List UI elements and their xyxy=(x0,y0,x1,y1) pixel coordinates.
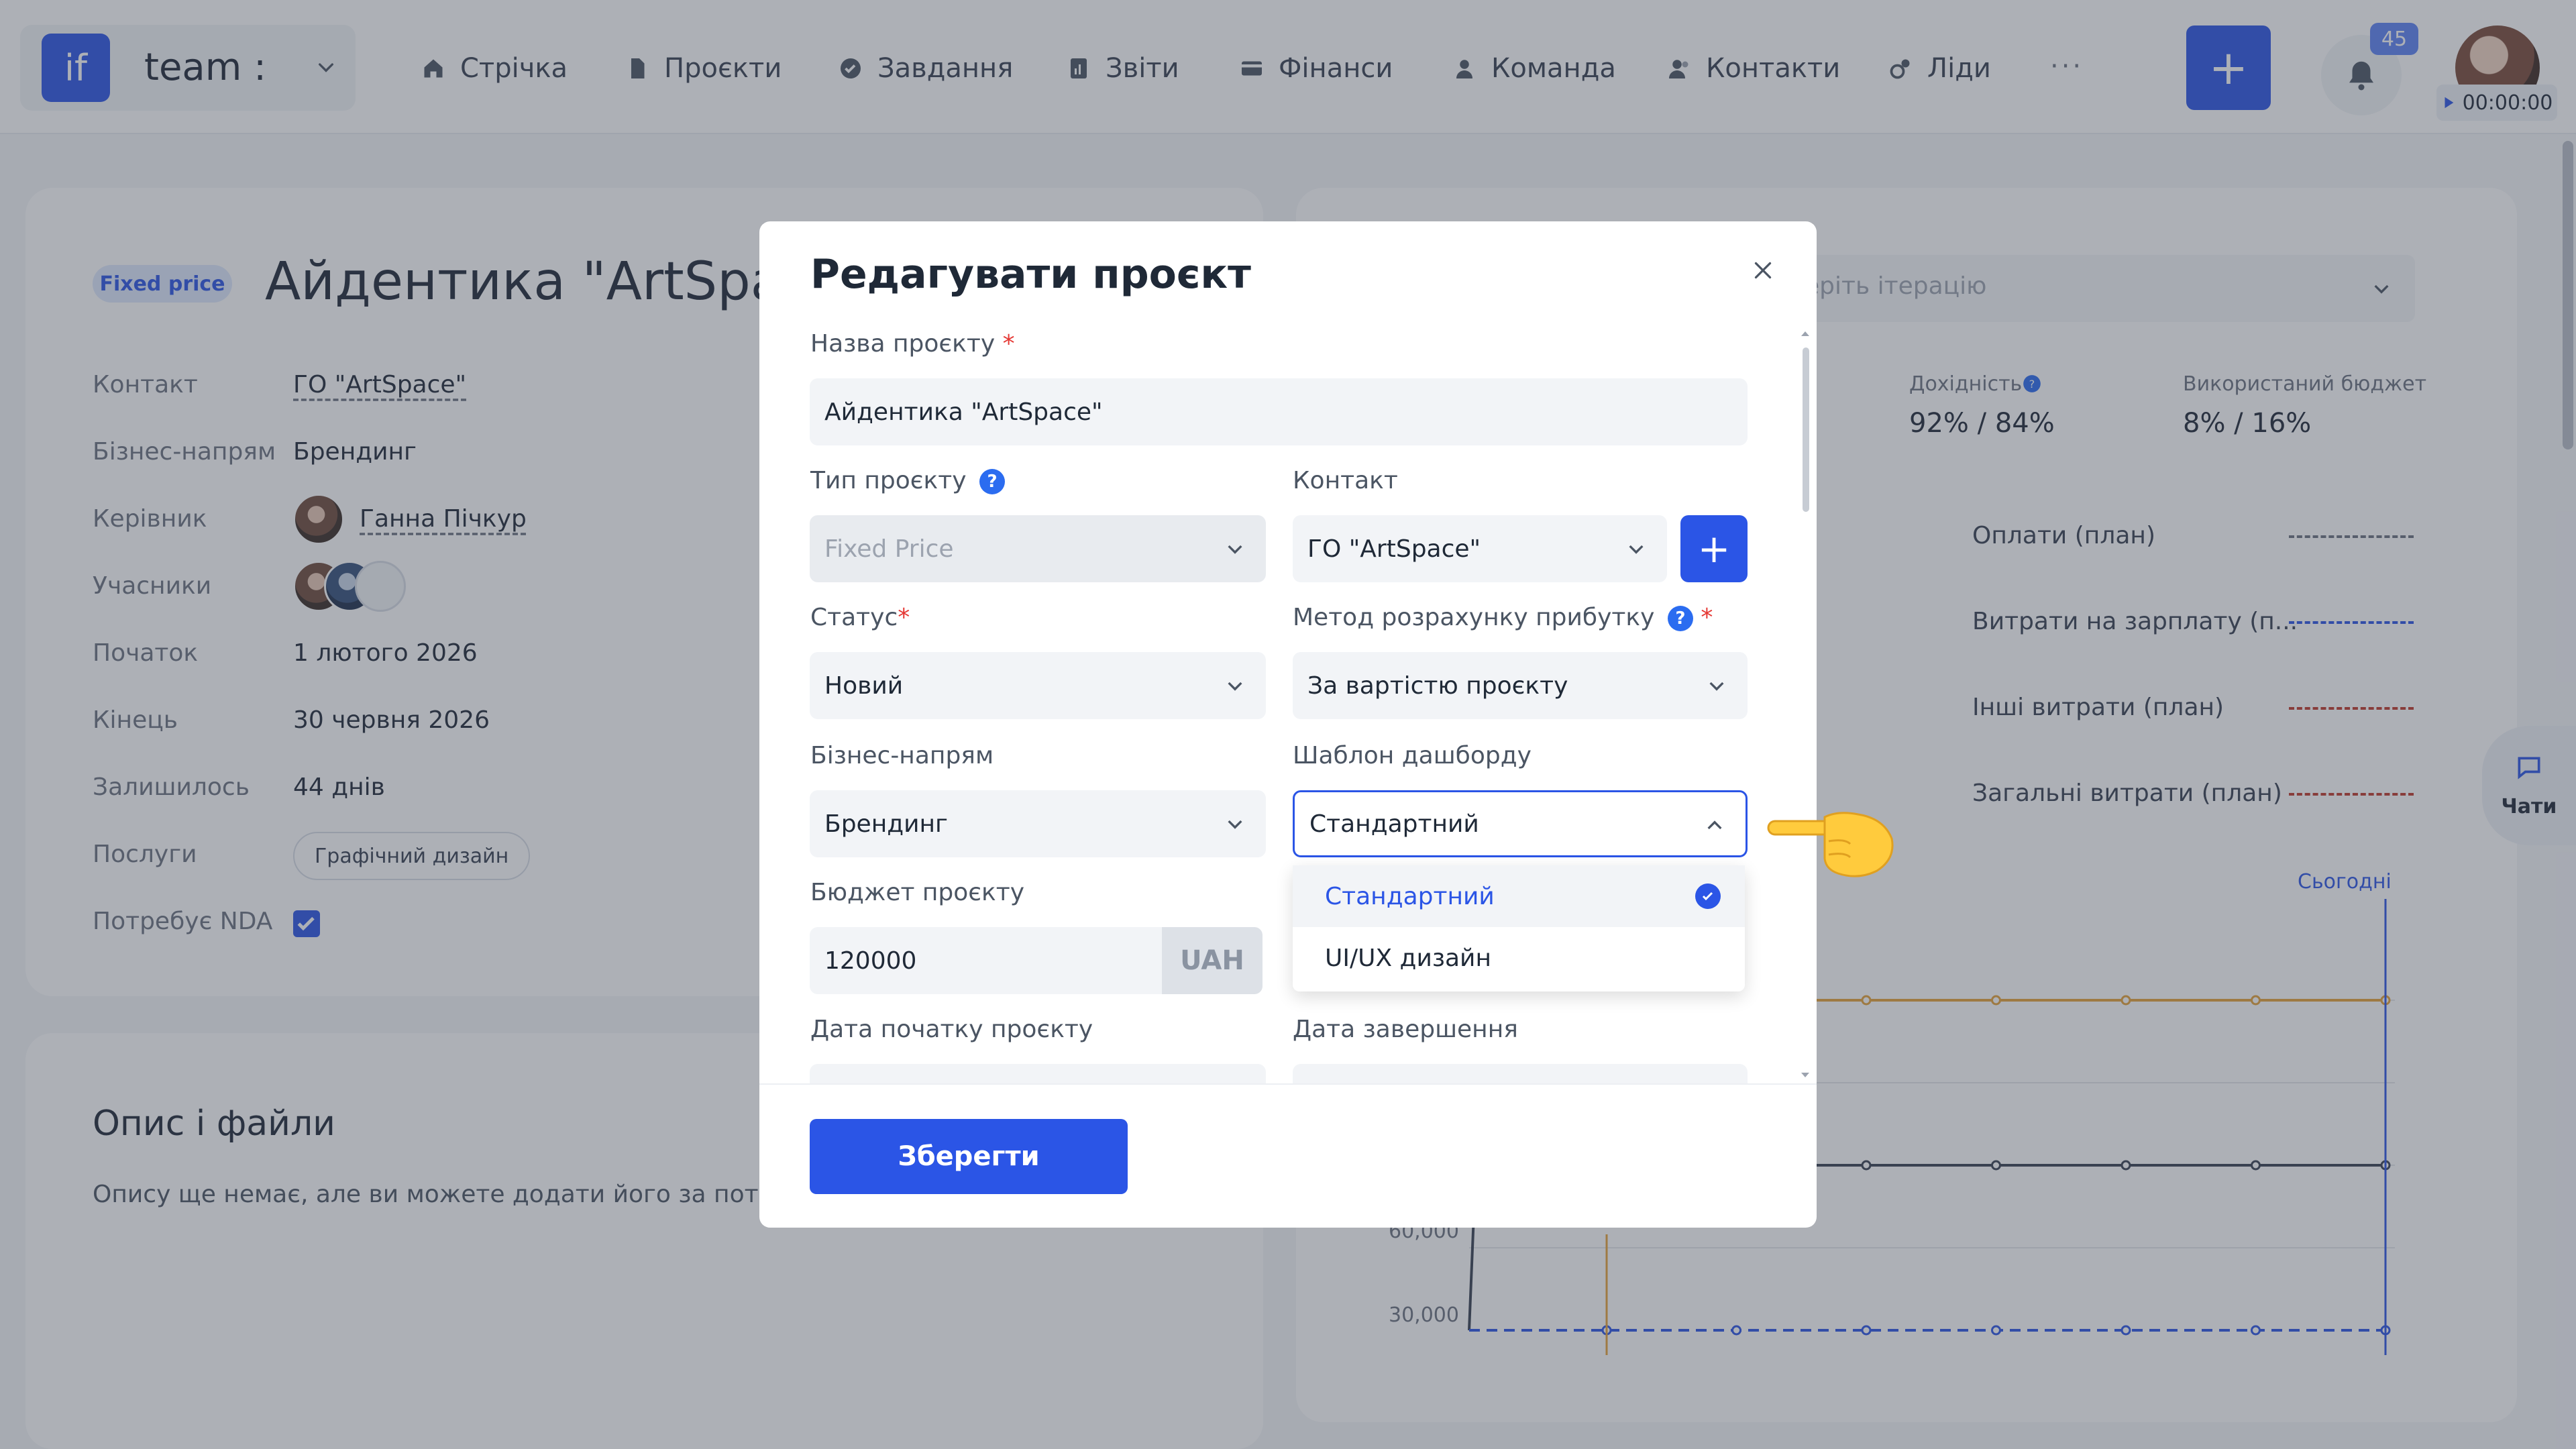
chevron-down-icon xyxy=(1224,538,1246,559)
select-value: За вартістю проєкту xyxy=(1307,672,1568,700)
select-value: Fixed Price xyxy=(824,535,954,563)
chevron-down-icon xyxy=(1706,675,1727,696)
status-select[interactable]: Новий xyxy=(810,652,1266,719)
start-date-input[interactable] xyxy=(810,1064,1266,1083)
select-value: Брендинг xyxy=(824,810,948,838)
end-date-label: Дата завершення xyxy=(1293,1016,1518,1043)
save-button[interactable]: Зберегти xyxy=(810,1119,1128,1194)
chevron-down-icon xyxy=(1224,675,1246,696)
dashboard-template-label: Шаблон дашборду xyxy=(1293,742,1532,769)
business-direction-label: Бізнес-напрям xyxy=(810,742,994,769)
chevron-down-icon xyxy=(1625,538,1647,559)
select-value: Новий xyxy=(824,672,904,700)
option-label: UI/UX дизайн xyxy=(1325,944,1491,972)
dropdown-option-uiux[interactable]: UI/UX дизайн xyxy=(1293,927,1745,989)
required-mark: * xyxy=(1701,604,1713,631)
dashboard-template-select[interactable]: Стандартний xyxy=(1293,790,1748,857)
scroll-up-icon[interactable] xyxy=(1800,329,1811,338)
label-text: Назва проєкту xyxy=(810,330,996,358)
select-value: ГО "ArtSpace" xyxy=(1307,535,1481,563)
required-mark: * xyxy=(898,604,910,631)
end-date-input[interactable] xyxy=(1293,1064,1748,1083)
label-text: Тип проєкту xyxy=(810,467,967,494)
pointing-hand-icon xyxy=(1764,792,1898,892)
project-name-label: Назва проєкту * xyxy=(810,330,1015,358)
help-icon[interactable]: ? xyxy=(979,469,1006,494)
input-value: 120000 xyxy=(824,947,917,975)
status-label: Статус* xyxy=(810,604,910,631)
check-icon xyxy=(1695,883,1721,909)
modal-scrollbar-thumb[interactable] xyxy=(1803,347,1809,512)
profit-method-select[interactable]: За вартістю проєкту xyxy=(1293,652,1748,719)
chevron-up-icon xyxy=(1704,815,1725,837)
dropdown-option-standard[interactable]: Стандартний xyxy=(1293,865,1745,927)
template-dropdown-menu: Стандартний UI/UX дизайн xyxy=(1293,865,1745,991)
label-text: Метод розрахунку прибутку xyxy=(1293,604,1655,631)
modal-footer-divider xyxy=(759,1083,1817,1085)
budget-input[interactable]: 120000 xyxy=(810,927,1163,994)
business-direction-select[interactable]: Брендинг xyxy=(810,790,1266,857)
input-value: Айдентика "ArtSpace" xyxy=(824,398,1103,426)
contact-label: Контакт xyxy=(1293,467,1398,494)
project-name-input[interactable]: Айдентика "ArtSpace" xyxy=(810,378,1748,445)
budget-label: Бюджет проєкту xyxy=(810,879,1025,906)
modal-title: Редагувати проєкт xyxy=(810,251,1251,298)
scroll-down-icon[interactable] xyxy=(1800,1071,1811,1080)
option-label: Стандартний xyxy=(1325,882,1495,910)
add-contact-button[interactable]: + xyxy=(1680,515,1748,582)
close-icon[interactable] xyxy=(1751,258,1775,282)
start-date-label: Дата початку проєкту xyxy=(810,1016,1093,1043)
chevron-down-icon xyxy=(1224,813,1246,835)
required-mark: * xyxy=(1002,330,1015,358)
select-value: Стандартний xyxy=(1309,810,1479,838)
profit-method-label: Метод розрахунку прибутку ? * xyxy=(1293,604,1713,631)
project-type-select: Fixed Price xyxy=(810,515,1266,582)
contact-select[interactable]: ГО "ArtSpace" xyxy=(1293,515,1667,582)
label-text: Статус xyxy=(810,604,898,631)
help-icon[interactable]: ? xyxy=(1667,606,1693,631)
project-type-label: Тип проєкту ? xyxy=(810,467,1006,494)
currency-addon: UAH xyxy=(1162,927,1263,994)
